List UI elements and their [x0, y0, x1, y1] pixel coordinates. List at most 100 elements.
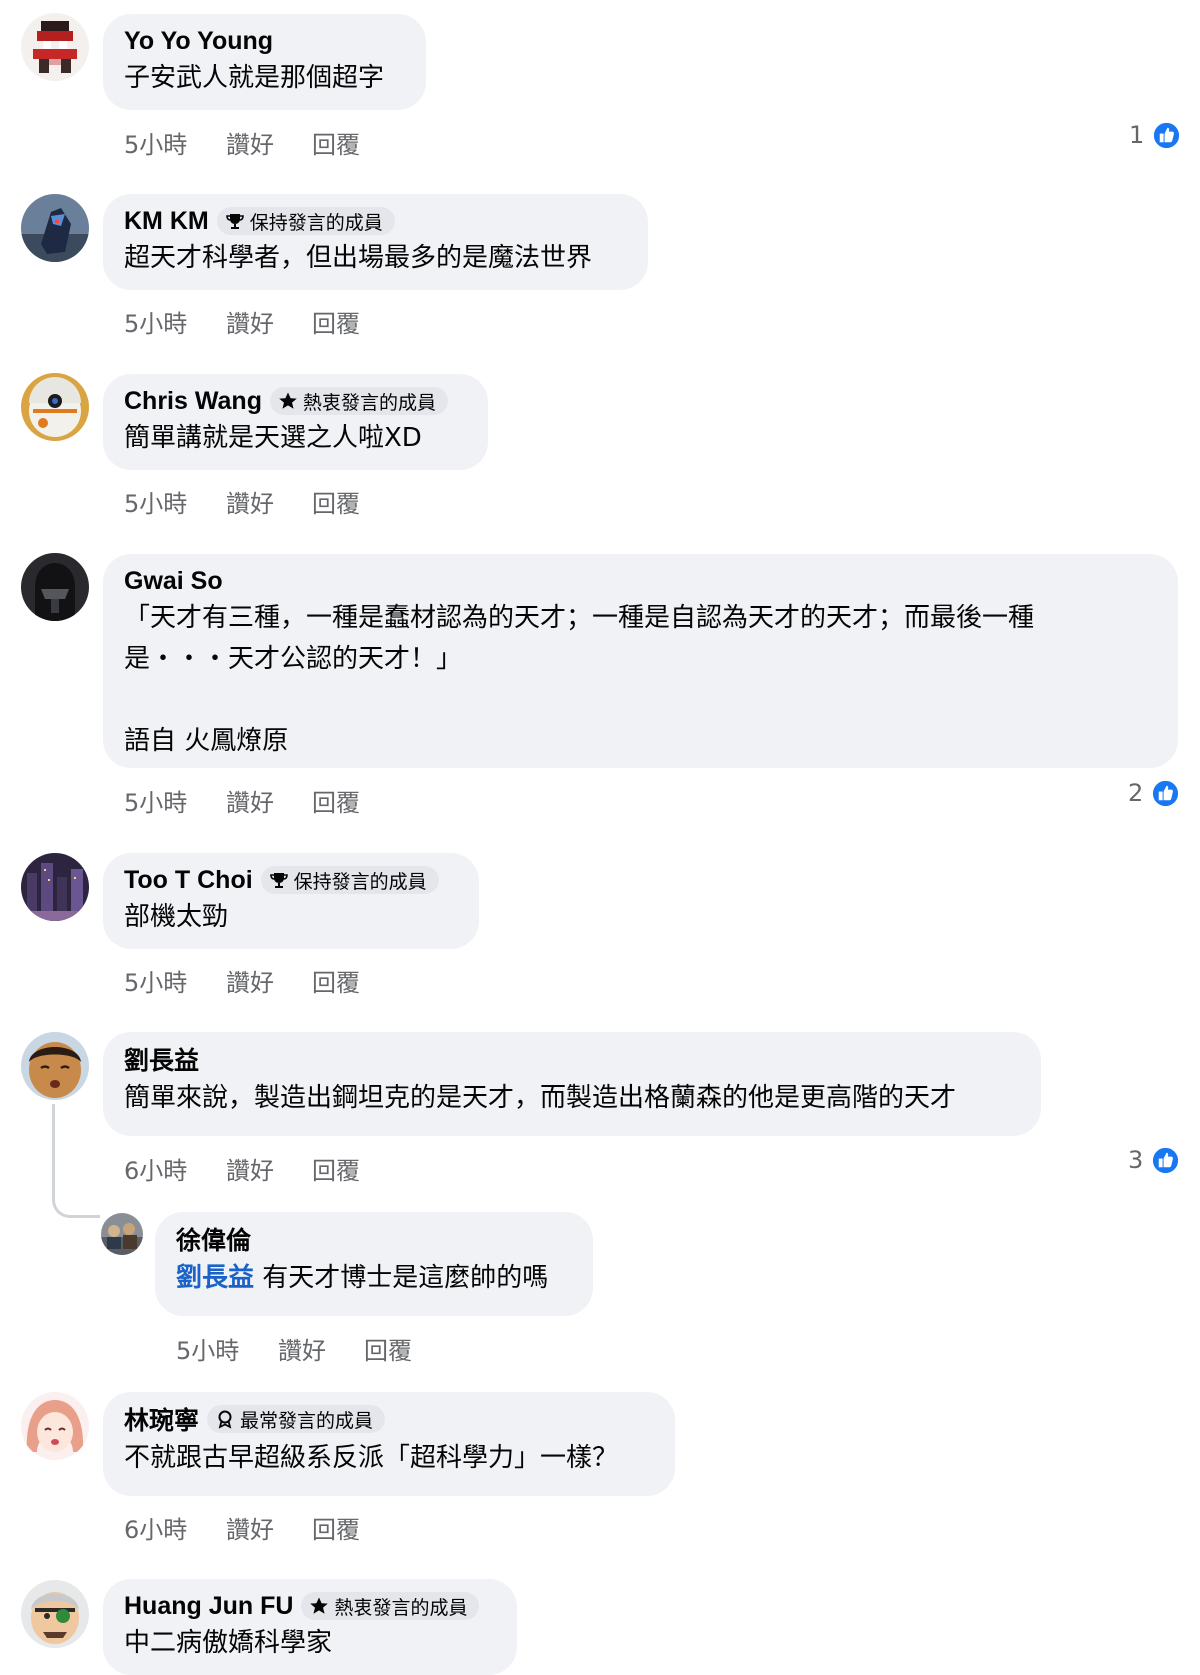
comment-bubble: Too T Choi 保持發言的成員 部機太勁 [103, 853, 479, 949]
avatar[interactable] [21, 13, 89, 81]
comment-text: 簡單講就是天選之人啦XD [124, 423, 422, 453]
badge-label: 熱衷發言的成員 [334, 1596, 468, 1619]
comment-bubble: Gwai So 「天才有三種，一種是蠢材認為的天才；一種是自認為天才的天才；而最… [103, 554, 1178, 768]
city-night-avatar [21, 853, 89, 921]
comment-text: 部機太勁 [124, 902, 229, 932]
anime-girl-avatar [21, 1392, 89, 1460]
timestamp[interactable]: 5小時 [124, 783, 226, 818]
mention-link[interactable]: 劉長益 [176, 1263, 254, 1293]
dark-helmet-avatar [21, 553, 89, 621]
member-badge[interactable]: 最常發言的成員 [207, 1405, 386, 1433]
member-badge[interactable]: 熱衷發言的成員 [269, 387, 448, 415]
reply-button[interactable]: 回覆 [312, 1151, 360, 1186]
reply-button[interactable]: 回覆 [312, 963, 360, 998]
comment-bubble: 林琬寧 最常發言的成員 不就跟古早超級系反派「超科學力」一樣？ [103, 1392, 675, 1496]
robot-avatar [21, 194, 89, 262]
reaction-number: 1 [1129, 121, 1145, 149]
timestamp[interactable]: 6小時 [124, 1151, 226, 1186]
comment-actions: 5小時 讚好 回覆 [176, 1330, 412, 1366]
ribbon-icon [215, 1409, 235, 1429]
comment-text: 中二病傲嬌科學家 [124, 1628, 333, 1658]
trophy-icon [225, 211, 245, 231]
timestamp[interactable]: 5小時 [124, 304, 226, 339]
thumbs-up-icon [1151, 778, 1181, 808]
like-button[interactable]: 讚好 [226, 1151, 312, 1186]
cartoon-face-avatar [21, 1032, 89, 1100]
thumbs-up-icon [1151, 1145, 1181, 1175]
badge-label: 熱衷發言的成員 [302, 391, 436, 414]
reply-thread-line [52, 1104, 100, 1218]
comment-text: 劉長益 有天才博士是這麼帥的嗎 [176, 1256, 571, 1300]
avatar[interactable] [21, 194, 89, 262]
reply-button[interactable]: 回覆 [312, 1510, 360, 1545]
member-badge[interactable]: 熱衷發言的成員 [301, 1592, 480, 1620]
avatar[interactable] [21, 1392, 89, 1460]
comment-actions: 5小時 讚好 回覆 [124, 303, 360, 339]
timestamp[interactable]: 6小時 [124, 1510, 226, 1545]
pixel-art-avatar [21, 13, 89, 81]
member-badge[interactable]: 保持發言的成員 [260, 866, 439, 894]
like-button[interactable]: 讚好 [226, 963, 312, 998]
timestamp[interactable]: 5小時 [176, 1331, 278, 1366]
author-name[interactable]: Yo Yo Young [124, 27, 273, 56]
comment-text: 子安武人就是那個超字 [124, 63, 385, 93]
author-name[interactable]: Chris Wang [124, 387, 262, 416]
comment-actions: 5小時 讚好 回覆 [124, 962, 360, 998]
badge-label: 最常發言的成員 [240, 1409, 374, 1432]
star-icon [309, 1596, 329, 1616]
timestamp[interactable]: 5小時 [124, 125, 226, 160]
author-name[interactable]: Gwai So [124, 567, 223, 596]
member-badge[interactable]: 保持發言的成員 [216, 207, 395, 235]
badge-label: 保持發言的成員 [249, 211, 383, 234]
reply-button[interactable]: 回覆 [312, 304, 360, 339]
author-name[interactable]: 劉長益 [124, 1041, 199, 1077]
author-name[interactable]: 徐偉倫 [176, 1221, 251, 1257]
comment-bubble: 劉長益 簡單來說，製造出鋼坦克的是天才，而製造出格蘭森的他是更高階的天才 [103, 1032, 1041, 1136]
author-name[interactable]: Too T Choi [124, 866, 253, 895]
timestamp[interactable]: 5小時 [124, 963, 226, 998]
comment-bubble: 徐偉倫 劉長益 有天才博士是這麼帥的嗎 [155, 1212, 593, 1316]
comment-actions: 6小時 讚好 回覆 [124, 1150, 360, 1186]
reaction-count[interactable]: 3 [1128, 1145, 1181, 1175]
droid-avatar [21, 373, 89, 441]
like-button[interactable]: 讚好 [278, 1331, 364, 1366]
comment-text: 超天才科學者，但出場最多的是魔法世界 [124, 243, 593, 273]
comment-actions: 6小時 讚好 回覆 [124, 1509, 360, 1545]
comment-text: 不就跟古早超級系反派「超科學力」一樣？ [124, 1443, 619, 1473]
comment-bubble: Chris Wang 熱衷發言的成員 簡單講就是天選之人啦XD [103, 374, 488, 470]
reply-button[interactable]: 回覆 [312, 783, 360, 818]
comment-actions: 5小時 讚好 回覆 [124, 483, 360, 519]
comment-bubble: KM KM 保持發言的成員 超天才科學者，但出場最多的是魔法世界 [103, 194, 648, 290]
reply-button[interactable]: 回覆 [312, 484, 360, 519]
like-button[interactable]: 讚好 [226, 1510, 312, 1545]
like-button[interactable]: 讚好 [226, 125, 312, 160]
reply-button[interactable]: 回覆 [364, 1331, 412, 1366]
timestamp[interactable]: 5小時 [124, 484, 226, 519]
reaction-count[interactable]: 2 [1128, 778, 1181, 808]
reply-text: 有天才博士是這麼帥的嗎 [254, 1263, 549, 1293]
reply-button[interactable]: 回覆 [312, 125, 360, 160]
trophy-icon [269, 870, 289, 890]
like-button[interactable]: 讚好 [226, 304, 312, 339]
thumbs-up-icon [1152, 120, 1182, 150]
avatar[interactable] [21, 1032, 89, 1100]
comment-text: 簡單來說，製造出鋼坦克的是天才，而製造出格蘭森的他是更高階的天才 [124, 1083, 957, 1113]
avatar[interactable] [21, 373, 89, 441]
like-button[interactable]: 讚好 [226, 783, 312, 818]
reaction-number: 2 [1128, 779, 1144, 807]
reaction-count[interactable]: 1 [1129, 120, 1182, 150]
comment-actions: 5小時 讚好 回覆 [124, 782, 360, 818]
avatar[interactable] [21, 1580, 89, 1648]
author-name[interactable]: Huang Jun FU [124, 1592, 293, 1621]
avatar[interactable] [101, 1213, 143, 1255]
avatar[interactable] [21, 553, 89, 621]
eyepatch-face-avatar [21, 1580, 89, 1648]
comment-bubble: Huang Jun FU 熱衷發言的成員 中二病傲嬌科學家 [103, 1579, 517, 1675]
comment-bubble: Yo Yo Young 子安武人就是那個超字 [103, 14, 426, 110]
like-button[interactable]: 讚好 [226, 484, 312, 519]
comment-actions: 5小時 讚好 回覆 [124, 124, 360, 160]
author-name[interactable]: 林琬寧 [124, 1401, 199, 1437]
author-name[interactable]: KM KM [124, 207, 209, 236]
avatar[interactable] [21, 853, 89, 921]
star-icon [278, 391, 298, 411]
